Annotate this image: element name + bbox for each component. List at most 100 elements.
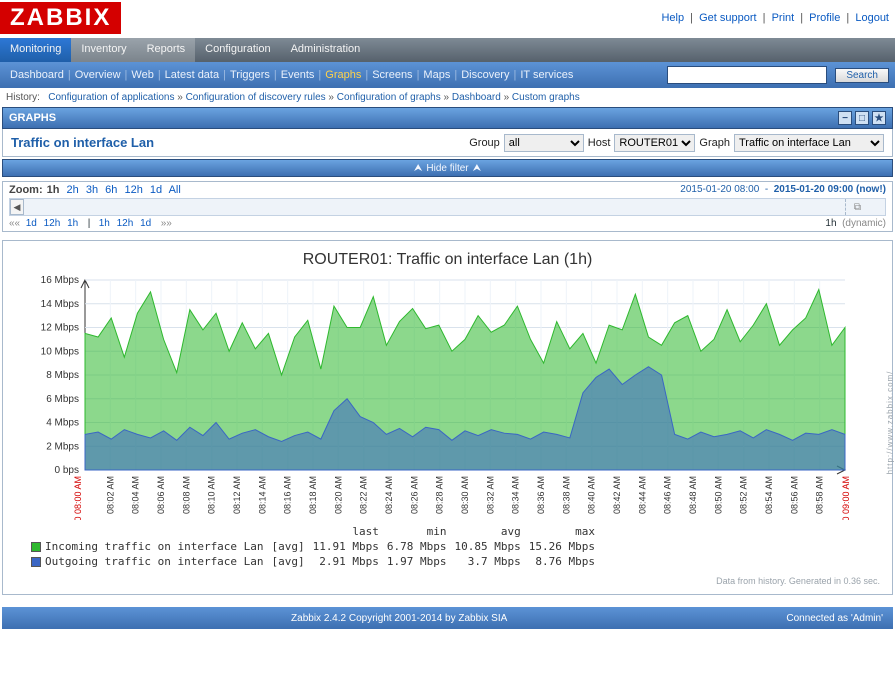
crumb-link[interactable]: Custom graphs <box>512 92 580 103</box>
host-select[interactable]: ROUTER01 <box>614 134 695 152</box>
time-back-link[interactable]: 12h <box>44 218 61 229</box>
area-chart: 0 bps2 Mbps4 Mbps6 Mbps8 Mbps10 Mbps12 M… <box>15 275 865 520</box>
search-input[interactable] <box>667 66 827 84</box>
svg-text:08:06 AM: 08:06 AM <box>156 476 166 514</box>
svg-text:08:44 AM: 08:44 AM <box>637 476 647 514</box>
timeline-scroll-left-icon[interactable]: ◀ <box>10 199 24 215</box>
footer-status: Connected as 'Admin' <box>786 613 883 624</box>
page-title: GRAPHS <box>9 112 56 124</box>
zoom-opt[interactable]: 12h <box>124 184 142 196</box>
svg-text:08:40 AM: 08:40 AM <box>587 476 597 514</box>
time-back-link[interactable]: 1d <box>26 218 37 229</box>
top-links: Help | Get support | Print | Profile | L… <box>661 12 889 24</box>
nav-tab-reports[interactable]: Reports <box>137 38 196 62</box>
crumb-link[interactable]: Configuration of discovery rules <box>186 92 326 103</box>
zoom-links: Zoom:1h 2h 3h 6h 12h 1d All <box>9 184 185 196</box>
nav-tab-inventory[interactable]: Inventory <box>71 38 136 62</box>
svg-text:08:46 AM: 08:46 AM <box>663 476 673 514</box>
svg-text:08:50 AM: 08:50 AM <box>713 476 723 514</box>
nav-tab-monitoring[interactable]: Monitoring <box>0 38 71 62</box>
svg-text:08:02 AM: 08:02 AM <box>105 476 115 514</box>
subnav-item-screens[interactable]: Screens <box>368 69 416 81</box>
time-back-link[interactable]: 1h <box>67 218 78 229</box>
svg-text:08:18 AM: 08:18 AM <box>308 476 318 514</box>
subnav-item-events[interactable]: Events <box>277 69 319 81</box>
zoom-opt[interactable]: 2h <box>67 184 79 196</box>
chart-title: ROUTER01: Traffic on interface Lan (1h) <box>15 251 880 269</box>
svg-text:08:16 AM: 08:16 AM <box>283 476 293 514</box>
top-bar: ZABBIX Help | Get support | Print | Prof… <box>0 0 895 38</box>
timeline-dynamic-icon[interactable]: ⧉ <box>845 199 869 215</box>
time-fwd-link[interactable]: 12h <box>117 218 134 229</box>
chevron-up-icon: ⮝ <box>414 163 423 174</box>
svg-text:6 Mbps: 6 Mbps <box>46 394 79 405</box>
nav-tab-administration[interactable]: Administration <box>281 38 371 62</box>
group-select[interactable]: all <box>504 134 584 152</box>
subnav-item-latest data[interactable]: Latest data <box>161 69 223 81</box>
toggle-filter-button[interactable]: ⮝ Hide filter ⮝ <box>2 159 893 177</box>
subnav-item-overview[interactable]: Overview <box>71 69 125 81</box>
graph-panel: ROUTER01: Traffic on interface Lan (1h) … <box>2 240 893 595</box>
svg-text:08:20 AM: 08:20 AM <box>333 476 343 514</box>
svg-text:08:42 AM: 08:42 AM <box>612 476 622 514</box>
chart-legend: lastminavgmax Incoming traffic on interf… <box>29 523 603 570</box>
top-link-profile[interactable]: Profile <box>809 12 840 24</box>
breadcrumb: History: Configuration of applications »… <box>0 88 895 107</box>
svg-text:08:10 AM: 08:10 AM <box>207 476 217 514</box>
svg-text:8 Mbps: 8 Mbps <box>46 370 79 381</box>
zoom-opt[interactable]: 1d <box>150 184 162 196</box>
svg-text:08:38 AM: 08:38 AM <box>561 476 571 514</box>
nav-tab-configuration[interactable]: Configuration <box>195 38 280 62</box>
svg-text:08:58 AM: 08:58 AM <box>815 476 825 514</box>
graph-label: Graph <box>699 137 730 149</box>
svg-text:08:08 AM: 08:08 AM <box>181 476 191 514</box>
subnav-item-maps[interactable]: Maps <box>419 69 454 81</box>
svg-text:08:22 AM: 08:22 AM <box>359 476 369 514</box>
time-step: 1h <box>825 218 836 229</box>
subnav-item-web[interactable]: Web <box>127 69 157 81</box>
subnav-item-it services[interactable]: IT services <box>516 69 577 81</box>
zoom-opt[interactable]: All <box>169 184 181 196</box>
time-selector: Zoom:1h 2h 3h 6h 12h 1d All 2015-01-20 0… <box>2 181 893 232</box>
subnav-item-dashboard[interactable]: Dashboard <box>6 69 68 81</box>
crumb-link[interactable]: Configuration of graphs <box>337 92 441 103</box>
minimize-icon[interactable]: − <box>838 111 852 125</box>
top-link-print[interactable]: Print <box>772 12 795 24</box>
crumb-link[interactable]: Dashboard <box>452 92 501 103</box>
zoom-opt-active: 1h <box>47 184 60 196</box>
time-fwd-link[interactable]: 1d <box>140 218 151 229</box>
sub-nav: Dashboard|Overview|Web|Latest data|Trigg… <box>0 62 895 88</box>
svg-text:01/20 08:00 AM: 01/20 08:00 AM <box>73 476 83 520</box>
top-link-get support[interactable]: Get support <box>699 12 756 24</box>
svg-text:08:48 AM: 08:48 AM <box>688 476 698 514</box>
svg-text:08:12 AM: 08:12 AM <box>232 476 242 514</box>
svg-text:08:56 AM: 08:56 AM <box>789 476 799 514</box>
svg-text:16 Mbps: 16 Mbps <box>41 275 79 286</box>
crumb-link[interactable]: Configuration of applications <box>48 92 174 103</box>
zoom-opt[interactable]: 6h <box>105 184 117 196</box>
zoom-opt[interactable]: 3h <box>86 184 98 196</box>
svg-text:10 Mbps: 10 Mbps <box>41 346 79 357</box>
page-title-bar: GRAPHS − □ ★ <box>2 107 893 129</box>
star-icon[interactable]: ★ <box>872 111 886 125</box>
svg-text:08:26 AM: 08:26 AM <box>409 476 419 514</box>
top-link-logout[interactable]: Logout <box>855 12 889 24</box>
host-label: Host <box>588 137 611 149</box>
timeline-scrollbar[interactable]: ◀ ⧉ <box>9 198 886 216</box>
subnav-item-graphs[interactable]: Graphs <box>321 69 365 81</box>
filter-bar: Traffic on interface Lan Group all Host … <box>2 129 893 157</box>
search-button[interactable]: Search <box>835 68 889 83</box>
graph-select[interactable]: Traffic on interface Lan <box>734 134 884 152</box>
time-fwd-link[interactable]: 1h <box>99 218 110 229</box>
svg-text:08:30 AM: 08:30 AM <box>460 476 470 514</box>
svg-text:08:24 AM: 08:24 AM <box>384 476 394 514</box>
svg-text:4 Mbps: 4 Mbps <box>46 418 79 429</box>
fullscreen-icon[interactable]: □ <box>855 111 869 125</box>
top-link-help[interactable]: Help <box>661 12 684 24</box>
group-label: Group <box>469 137 500 149</box>
footer-copyright: Zabbix 2.4.2 Copyright 2001-2014 by Zabb… <box>291 613 507 624</box>
subnav-item-triggers[interactable]: Triggers <box>226 69 274 81</box>
subnav-item-discovery[interactable]: Discovery <box>457 69 513 81</box>
svg-text:08:34 AM: 08:34 AM <box>511 476 521 514</box>
chevron-up-icon: ⮝ <box>473 163 482 174</box>
